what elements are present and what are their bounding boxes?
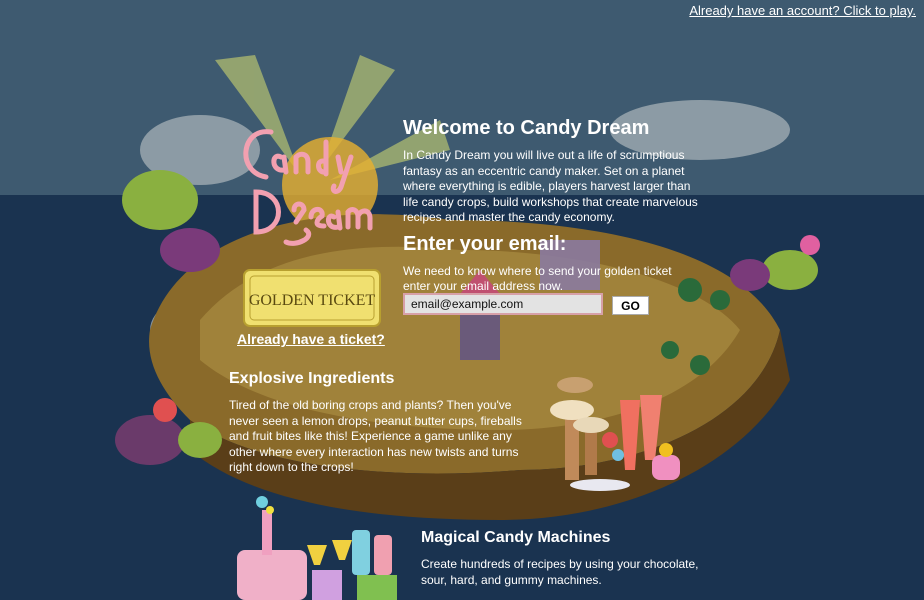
candy-machine-illustration [237, 496, 397, 600]
candy-dream-logo [243, 129, 373, 246]
ticket-image-text: GOLDEN TICKET [249, 292, 376, 309]
machines-text: Create hundreds of recipes by using your… [421, 557, 699, 587]
welcome-title: Welcome to Candy Dream [403, 117, 650, 139]
go-button[interactable]: GO [612, 296, 649, 315]
golden-ticket-image[interactable]: GOLDEN TICKET [242, 268, 382, 328]
candy-mushroom-illustration [550, 377, 680, 491]
ticket-link[interactable]: Already have a ticket? [237, 331, 385, 347]
welcome-text: In Candy Dream you will live out a life … [403, 148, 698, 224]
email-title: Enter your email: [403, 233, 567, 255]
email-input[interactable] [403, 293, 603, 315]
login-link[interactable]: Already have an account? Click to play. [689, 3, 916, 18]
ingredients-text: Tired of the old boring crops and plants… [229, 398, 522, 474]
email-instructions: We need to know where to send your golde… [403, 264, 672, 293]
ingredients-title: Explosive Ingredients [229, 370, 395, 387]
machines-title: Magical Candy Machines [421, 529, 611, 546]
